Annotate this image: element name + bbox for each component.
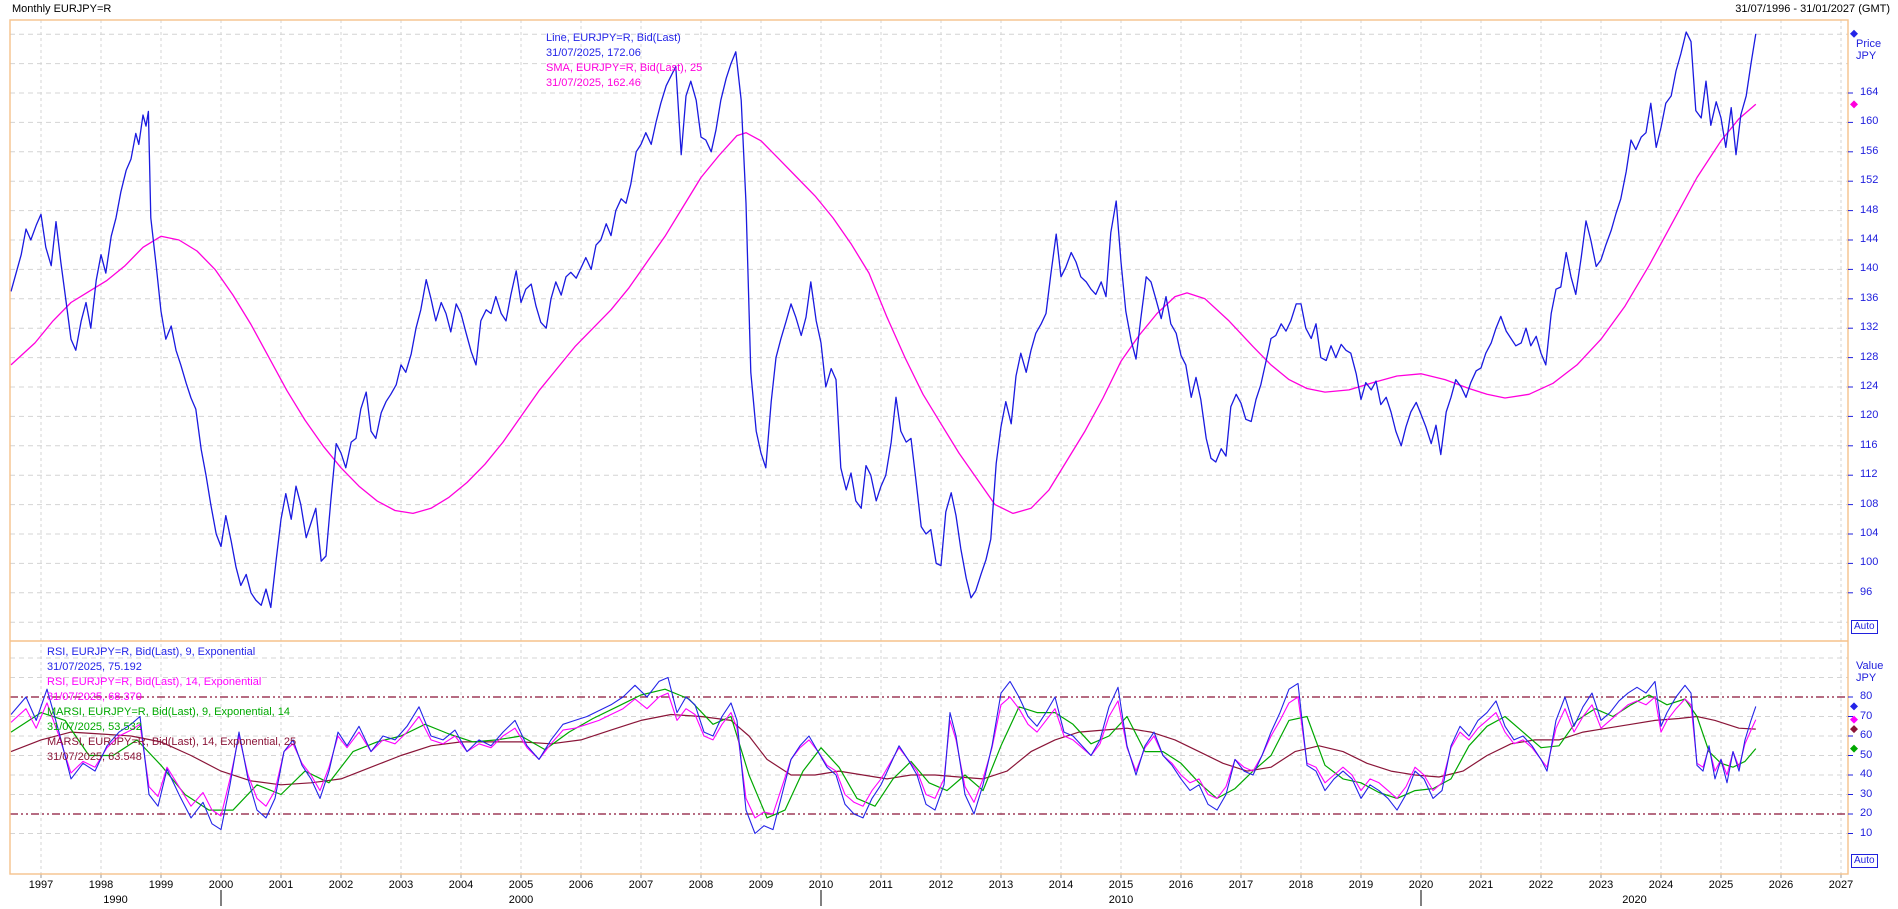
year-label: 2016: [1159, 879, 1203, 891]
year-label: 2009: [739, 879, 783, 891]
legend-sma-series[interactable]: SMA, EURJPY=R, Bid(Last), 25: [546, 61, 702, 76]
price-axis-title: Price JPY: [1856, 38, 1881, 62]
chart-window: Monthly EURJPY=R 31/07/1996 - 31/01/2027…: [0, 0, 1898, 909]
year-label: 2008: [679, 879, 723, 891]
legend-marsi14-value[interactable]: 31/07/2025, 63.548: [47, 750, 142, 765]
price-tick-label: 104: [1860, 527, 1878, 539]
decade-label: 2000: [491, 894, 551, 906]
price-tick-label: 112: [1860, 468, 1878, 480]
value-tick-label: 30: [1860, 788, 1872, 800]
price-tick-label: 128: [1860, 351, 1878, 363]
decade-label: 2010: [1091, 894, 1151, 906]
year-label: 2011: [859, 879, 903, 891]
legend-rsi9-value[interactable]: 31/07/2025, 75.192: [47, 660, 142, 675]
price-tick-label: 140: [1860, 262, 1878, 274]
year-label: 2020: [1399, 879, 1443, 891]
value-tick-label: 60: [1860, 729, 1872, 741]
value-axis-title: Value JPY: [1856, 660, 1883, 684]
price-tick-label: 144: [1860, 233, 1878, 245]
price-tick-label: 100: [1860, 556, 1878, 568]
year-label: 1999: [139, 879, 183, 891]
value-auto-scale-button[interactable]: Auto: [1851, 854, 1878, 868]
year-label: 2013: [979, 879, 1023, 891]
price-tick-label: 108: [1860, 498, 1878, 510]
legend-rsi14-series[interactable]: RSI, EURJPY=R, Bid(Last), 14, Exponentia…: [47, 675, 261, 690]
value-tick-label: 70: [1860, 710, 1872, 722]
legend-line-series[interactable]: Line, EURJPY=R, Bid(Last): [546, 31, 681, 46]
last-value-marker: [1850, 725, 1858, 733]
decade-label: 2020: [1605, 894, 1665, 906]
price-tick-label: 156: [1860, 145, 1878, 157]
year-label: 2001: [259, 879, 303, 891]
legend-marsi9-value[interactable]: 31/07/2025, 53.532: [47, 720, 142, 735]
year-label: 2005: [499, 879, 543, 891]
decade-label: 1990: [86, 894, 146, 906]
year-label: 2024: [1639, 879, 1683, 891]
year-label: 2003: [379, 879, 423, 891]
price-tick-label: 164: [1860, 86, 1878, 98]
year-label: 2000: [199, 879, 243, 891]
last-value-marker: [1850, 100, 1858, 108]
price-auto-scale-button[interactable]: Auto: [1851, 620, 1878, 634]
year-label: 2023: [1579, 879, 1623, 891]
year-label: 2025: [1699, 879, 1743, 891]
value-tick-label: 10: [1860, 827, 1872, 839]
value-tick-label: 80: [1860, 690, 1872, 702]
price-line: [11, 32, 1756, 608]
year-label: 2017: [1219, 879, 1263, 891]
year-label: 1998: [79, 879, 123, 891]
price-tick-label: 148: [1860, 204, 1878, 216]
price-tick-label: 136: [1860, 292, 1878, 304]
year-label: 2007: [619, 879, 663, 891]
price-tick-label: 152: [1860, 174, 1878, 186]
value-tick-label: 50: [1860, 749, 1872, 761]
year-label: 2027: [1819, 879, 1863, 891]
last-value-marker: [1850, 745, 1858, 753]
legend-marsi14-series[interactable]: MARSI, EURJPY=R, Bid(Last), 14, Exponent…: [47, 735, 296, 750]
price-tick-label: 116: [1860, 439, 1878, 451]
value-tick-label: 20: [1860, 807, 1872, 819]
year-label: 2019: [1339, 879, 1383, 891]
year-label: 2010: [799, 879, 843, 891]
sma25-line: [11, 104, 1756, 513]
year-label: 2022: [1519, 879, 1563, 891]
year-label: 1997: [19, 879, 63, 891]
year-label: 2015: [1099, 879, 1143, 891]
last-value-marker: [1850, 30, 1858, 38]
price-tick-label: 124: [1860, 380, 1878, 392]
year-label: 2026: [1759, 879, 1803, 891]
legend-marsi9-series[interactable]: MARSI, EURJPY=R, Bid(Last), 9, Exponenti…: [47, 705, 290, 720]
price-tick-label: 160: [1860, 115, 1878, 127]
price-tick-label: 96: [1860, 586, 1872, 598]
year-label: 2018: [1279, 879, 1323, 891]
chart-canvas[interactable]: [0, 0, 1898, 909]
year-label: 2006: [559, 879, 603, 891]
legend-rsi9-series[interactable]: RSI, EURJPY=R, Bid(Last), 9, Exponential: [47, 645, 255, 660]
legend-sma-value[interactable]: 31/07/2025, 162.46: [546, 76, 641, 91]
price-tick-label: 120: [1860, 409, 1878, 421]
year-label: 2021: [1459, 879, 1503, 891]
year-label: 2004: [439, 879, 483, 891]
last-value-marker: [1850, 702, 1858, 710]
legend-line-value[interactable]: 31/07/2025, 172.06: [546, 46, 641, 61]
year-label: 2012: [919, 879, 963, 891]
value-tick-label: 40: [1860, 768, 1872, 780]
price-tick-label: 132: [1860, 321, 1878, 333]
year-label: 2014: [1039, 879, 1083, 891]
year-label: 2002: [319, 879, 363, 891]
legend-rsi14-value[interactable]: 31/07/2025, 68.370: [47, 690, 142, 705]
